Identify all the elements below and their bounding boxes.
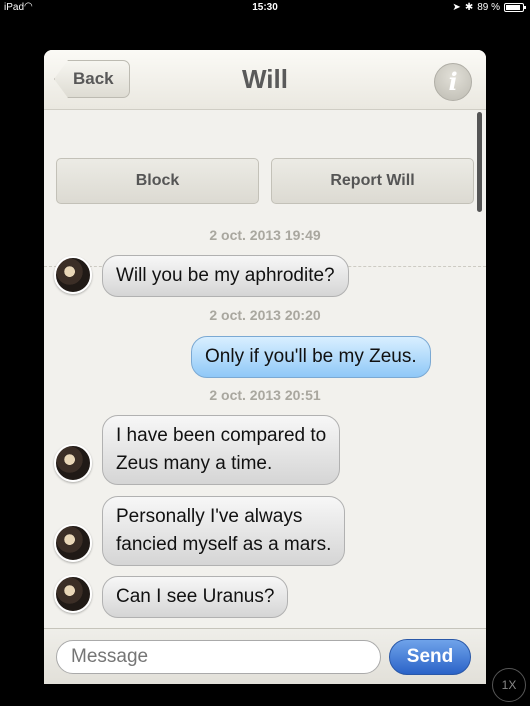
battery-percent: 89 % — [477, 2, 500, 13]
scrollbar[interactable] — [477, 112, 482, 212]
message-input[interactable] — [56, 640, 381, 674]
timestamp: 2 oct. 2013 20:20 — [209, 307, 321, 323]
message-line: Zeus many a time. — [116, 453, 273, 474]
message-line: fancied myself as a mars. — [116, 534, 332, 555]
contact-actions: Block Report Will — [44, 112, 486, 267]
info-button[interactable]: i — [434, 63, 472, 101]
message-composer: Send — [44, 628, 486, 684]
message-bubble-incoming[interactable]: I have been compared to Zeus many a time… — [102, 415, 341, 485]
status-time: 15:30 — [252, 2, 278, 13]
message-line: Can I see Uranus? — [116, 586, 275, 607]
location-icon: ➤ — [452, 2, 461, 13]
status-right: ➤ ✱ 89 % — [452, 2, 526, 13]
contact-avatar[interactable] — [54, 524, 92, 562]
timestamp: 2 oct. 2013 20:51 — [209, 387, 321, 403]
timestamp: 2 oct. 2013 19:49 — [209, 227, 321, 243]
send-button[interactable]: Send — [389, 639, 471, 675]
message-bubble-incoming[interactable]: Can I see Uranus? — [102, 576, 289, 618]
contact-avatar[interactable] — [54, 444, 92, 482]
message-line: Will you be my aphrodite? — [116, 265, 335, 286]
zoom-button[interactable]: 1X — [492, 668, 526, 702]
block-button[interactable]: Block — [56, 158, 259, 204]
contact-avatar[interactable] — [54, 575, 92, 613]
navigation-bar: Back Will i — [44, 50, 486, 110]
battery-icon — [504, 3, 526, 12]
page-title: Will — [242, 64, 288, 94]
message-line: Personally I've always — [116, 506, 303, 527]
battery-fill — [506, 5, 520, 10]
report-button[interactable]: Report Will — [271, 158, 474, 204]
message-bubble-outgoing[interactable]: Only if you'll be my Zeus. — [191, 336, 431, 378]
chat-window: Back Will i Block Report Will 2 oct. 201… — [44, 50, 486, 684]
message-line: I have been compared to — [116, 425, 327, 446]
message-line: Only if you'll be my Zeus. — [205, 346, 417, 367]
message-bubble-incoming[interactable]: Personally I've always fancied myself as… — [102, 496, 346, 566]
message-bubble-incoming[interactable]: Will you be my aphrodite? — [102, 255, 349, 297]
status-bar: iPad ◠ 15:30 ➤ ✱ 89 % — [0, 0, 530, 16]
contact-avatar[interactable] — [54, 256, 92, 294]
bluetooth-icon: ✱ — [464, 2, 474, 13]
